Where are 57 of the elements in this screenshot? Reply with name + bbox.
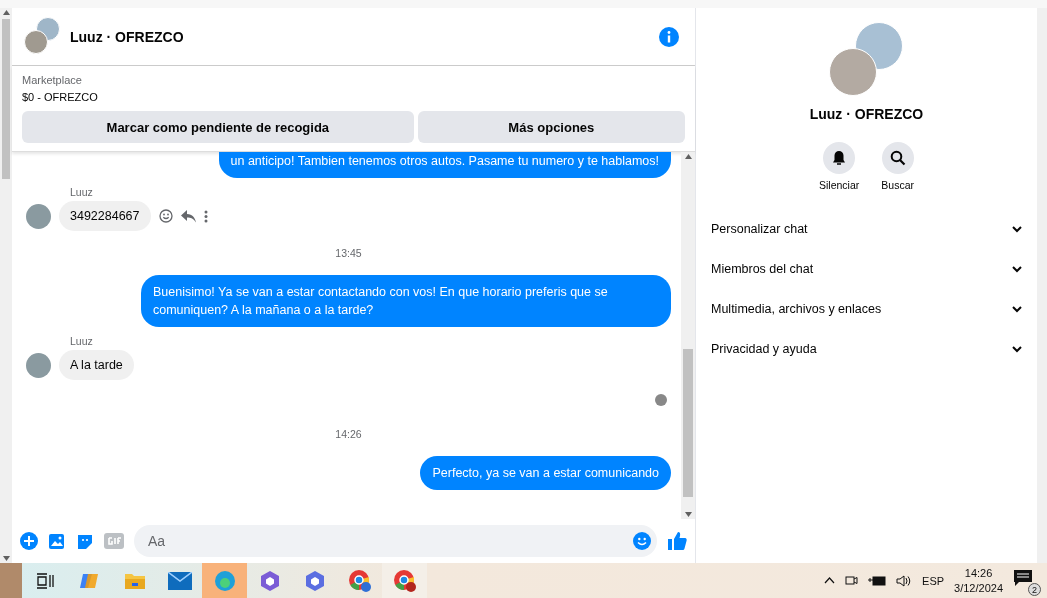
emoji-icon[interactable] (633, 532, 651, 550)
scrollbar-thumb[interactable] (2, 19, 10, 179)
avatar-image (24, 29, 48, 54)
action-label: Silenciar (819, 179, 860, 191)
listing-label: Marketplace (22, 73, 83, 88)
chrome-icon[interactable] (382, 563, 427, 598)
section-item[interactable]: Personalizar chat (696, 209, 1037, 249)
avatar-image (26, 352, 51, 378)
sent-message: un anticipo! Tambien tenemos otros autos. Pasame tu numero y te hablamos! (218, 152, 671, 178)
photo-icon[interactable] (48, 532, 66, 550)
battery-icon[interactable] (868, 575, 887, 586)
action-button[interactable]: Marcar como pendiente de recogida (22, 111, 414, 143)
sent-message: Perfecto, ya se van a estar comunicando (420, 456, 671, 490)
timestamp: 13:45 (335, 247, 362, 259)
action-button[interactable]: Más opciones (417, 111, 685, 143)
avatar-image (26, 203, 51, 229)
clock[interactable]: 14:26 3/12/2024 (954, 565, 1003, 596)
section-item[interactable]: Miembros del chat (696, 249, 1037, 289)
chevron-up-icon[interactable] (824, 577, 836, 584)
thumbs-up-icon[interactable] (667, 531, 687, 551)
scroll-down-arrow-icon[interactable] (2, 556, 10, 561)
camera-icon[interactable] (845, 574, 859, 587)
search-icon (889, 150, 906, 166)
message-field[interactable]: Aa (134, 525, 657, 557)
language-indicator[interactable]: ESP (922, 574, 945, 587)
emoji-icon[interactable] (158, 209, 173, 223)
section-item[interactable]: Privacidad y ayuda (696, 329, 1037, 369)
chevron-down-icon (1011, 303, 1023, 315)
received-message: A la tarde (59, 350, 134, 380)
scroll-down-arrow-icon[interactable] (684, 512, 692, 517)
reply-icon[interactable] (180, 209, 196, 223)
search-button[interactable] (881, 142, 914, 174)
chevron-down-icon (1011, 343, 1023, 355)
plus-icon[interactable] (20, 532, 38, 550)
timestamp: 14:26 (335, 428, 362, 440)
chevron-down-icon (1011, 263, 1023, 275)
scroll-up-arrow-icon[interactable] (2, 10, 10, 15)
bell-button[interactable] (823, 142, 856, 174)
seen-avatar (655, 394, 667, 406)
section-item[interactable]: Multimedia, archivos y enlaces (696, 289, 1037, 329)
message-input[interactable]: Aa (146, 532, 633, 550)
received-message: 3492284667 (59, 201, 151, 231)
listing-title: $0 - OFREZCO (22, 90, 99, 105)
bell-icon (832, 150, 847, 166)
info-icon[interactable] (659, 26, 679, 47)
sender-name: Luuz (70, 186, 94, 198)
scroll-up-arrow-icon[interactable] (684, 154, 692, 159)
sender-name: Luuz (70, 335, 94, 347)
speaker-icon[interactable] (896, 574, 913, 587)
sticker-icon[interactable] (76, 532, 94, 550)
action-label: Buscar (881, 179, 914, 191)
profile-name: Luuz · OFREZCO (809, 106, 924, 122)
sent-message: Buenisimo! Ya se van a estar contactando con vos! En que horario preferis que se comuniquen? A la mañana o a la tarde? (141, 275, 671, 327)
chat-title: Luuz · OFREZCO (70, 28, 185, 45)
scrollbar-thumb[interactable] (683, 349, 693, 497)
more-icon[interactable] (203, 209, 208, 223)
chevron-down-icon (1011, 223, 1023, 235)
